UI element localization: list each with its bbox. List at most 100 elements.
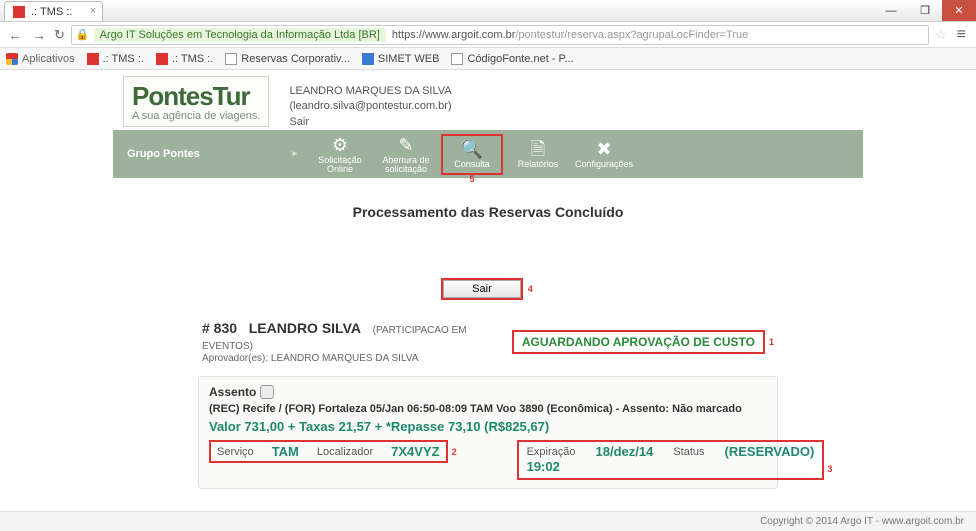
card-header: # 830 LEANDRO SILVA (PARTICIPACAO EM EVE… [198, 316, 778, 366]
tab-favicon [13, 6, 25, 18]
locator-label: Localizador [317, 446, 373, 458]
record-id: # 830 [202, 320, 237, 336]
menu-relatorios[interactable]: 🗎 Relatórios [507, 134, 569, 175]
sair-row: Sair 4 [113, 280, 863, 298]
bookmark-bar: Aplicativos .: TMS :. .: TMS :. Reservas… [0, 48, 976, 70]
expiration-value: 18/dez/14 [596, 444, 654, 459]
bookmark-favicon [87, 53, 99, 65]
bookmark-label: SIMET WEB [378, 53, 440, 65]
minimize-button[interactable]: — [874, 0, 908, 21]
record-name: LEANDRO SILVA [249, 320, 361, 336]
sair-button[interactable]: Sair [443, 280, 521, 298]
footer-text: Copyright © 2014 Argo IT - www.argoit.co… [760, 516, 964, 527]
bookmark-item[interactable]: .: TMS :. [156, 53, 213, 65]
content: Processamento das Reservas Concluído Sai… [113, 178, 863, 489]
exp-row1: Expiração 18/dez/14 Status (RESERVADO) [527, 444, 815, 459]
bookmark-label: .: TMS :. [103, 53, 144, 65]
menu-consulta[interactable]: 🔍 Consulta 5 [441, 134, 503, 175]
header: PontesTur A sua agência de viagens. LEAN… [113, 70, 863, 130]
nav-bar: ← → ↻ 🔒 Argo IT Soluções em Tecnologia d… [0, 22, 976, 48]
lock-icon: 🔒 [76, 28, 90, 41]
logo-text: PontesTur [132, 81, 260, 112]
logo-tagline: A sua agência de viagens. [132, 110, 260, 122]
bookmark-item[interactable]: Reservas Corporativ... [225, 53, 350, 65]
document-icon: ✎ [398, 136, 413, 154]
reservation-card: # 830 LEANDRO SILVA (PARTICIPACAO EM EVE… [198, 316, 778, 489]
annotation: 5 [469, 175, 474, 184]
report-icon: 🗎 [531, 140, 545, 158]
bookmark-label: .: TMS :. [172, 53, 213, 65]
page-title: Processamento das Reservas Concluído [113, 204, 863, 220]
expiration-box: Expiração 18/dez/14 Status (RESERVADO) 1… [517, 440, 825, 480]
bookmark-item[interactable]: CódigoFonte.net - P... [451, 53, 573, 65]
user-block: LEANDRO MARQUES DA SILVA (leandro.silva@… [289, 76, 451, 130]
bookmark-favicon [362, 53, 374, 65]
annotation: 1 [769, 337, 774, 347]
logo: PontesTur A sua agência de viagens. [123, 76, 269, 127]
url-bar[interactable]: 🔒 Argo IT Soluções em Tecnologia da Info… [71, 25, 929, 45]
menu-label: Relatórios [518, 160, 559, 169]
seat-label: Assento [209, 385, 256, 399]
status-value: (RESERVADO) [725, 444, 815, 459]
tab-strip: .: TMS :. × [0, 0, 874, 21]
menu-solicitacao-online[interactable]: ⚙ Solicitação Online [309, 134, 371, 175]
approver-line: Aprovador(es): LEANDRO MARQUES DA SILVA [202, 353, 512, 364]
site-identity: Argo IT Soluções em Tecnologia da Inform… [94, 28, 386, 42]
tab-title: .: TMS :. [31, 6, 72, 18]
apps-label: Aplicativos [22, 53, 75, 65]
url-path: /pontestur/reserva.aspx?agrupaLocFinder=… [515, 29, 748, 41]
record-line1: # 830 LEANDRO SILVA (PARTICIPACAO EM EVE… [202, 320, 512, 352]
group-selector[interactable]: Grupo Pontes [113, 148, 303, 160]
maximize-button[interactable]: ❐ [908, 0, 942, 21]
close-button[interactable]: ✕ [942, 0, 976, 21]
app-shell: PontesTur A sua agência de viagens. LEAN… [113, 70, 863, 489]
user-name: LEANDRO MARQUES DA SILVA [289, 84, 451, 99]
menu-abertura[interactable]: ✎ Abertura de solicitação [375, 134, 437, 175]
bookmark-favicon [156, 53, 168, 65]
logout-link[interactable]: Sair [289, 116, 309, 128]
apps-icon [6, 53, 18, 65]
bookmark-item[interactable]: SIMET WEB [362, 53, 440, 65]
menu-label: Solicitação Online [309, 156, 371, 175]
locator-value: 7X4VYZ [391, 444, 439, 459]
browser-tab[interactable]: .: TMS :. × [4, 1, 103, 21]
menu-config[interactable]: ✖ Configurações [573, 134, 635, 175]
service-value: TAM [272, 444, 299, 459]
menubar: Grupo Pontes ⚙ Solicitação Online ✎ Aber… [113, 130, 863, 178]
service-label: Serviço [217, 446, 254, 458]
seat-icon[interactable] [260, 385, 274, 399]
bookmark-label: CódigoFonte.net - P... [467, 53, 573, 65]
bookmark-item[interactable]: .: TMS :. [87, 53, 144, 65]
seat-row: Assento [209, 385, 767, 399]
menu-label: Abertura de solicitação [375, 156, 437, 175]
gear-icon: ⚙ [332, 136, 348, 154]
close-icon[interactable]: × [90, 5, 96, 17]
card-header-left: # 830 LEANDRO SILVA (PARTICIPACAO EM EVE… [202, 320, 512, 364]
search-icon: 🔍 [461, 140, 483, 158]
status-badge: AGUARDANDO APROVAÇÃO DE CUSTO [512, 330, 765, 354]
menu-label: Configurações [575, 160, 633, 169]
page: PontesTur A sua agência de viagens. LEAN… [0, 70, 976, 529]
seat-description: (REC) Recife / (FOR) Fortaleza 05/Jan 06… [209, 403, 767, 415]
menu-icon[interactable]: ≡ [953, 26, 970, 44]
tools-icon: ✖ [596, 140, 611, 158]
bookmark-star-icon[interactable]: ☆ [935, 27, 947, 43]
bookmark-favicon [225, 53, 237, 65]
window-titlebar: .: TMS :. × — ❐ ✕ [0, 0, 976, 22]
service-box: Serviço TAM Localizador 7X4VYZ [209, 440, 448, 463]
bookmark-favicon [451, 53, 463, 65]
reload-button[interactable]: ↻ [54, 27, 65, 43]
annotation: 4 [528, 284, 533, 294]
window-controls: — ❐ ✕ [874, 0, 976, 21]
annotation: 3 [827, 464, 832, 474]
bookmark-label: Reservas Corporativ... [241, 53, 350, 65]
back-button[interactable]: ← [6, 27, 24, 43]
status-label: Status [673, 446, 704, 458]
apps-button[interactable]: Aplicativos [6, 53, 75, 65]
annotation: 2 [452, 447, 457, 457]
expiration-time: 19:02 [527, 459, 815, 474]
footer: Copyright © 2014 Argo IT - www.argoit.co… [0, 511, 976, 531]
url-host: https://www.argoit.com.br [392, 29, 516, 41]
menu-items: ⚙ Solicitação Online ✎ Abertura de solic… [309, 134, 635, 175]
forward-button[interactable]: → [30, 27, 48, 43]
